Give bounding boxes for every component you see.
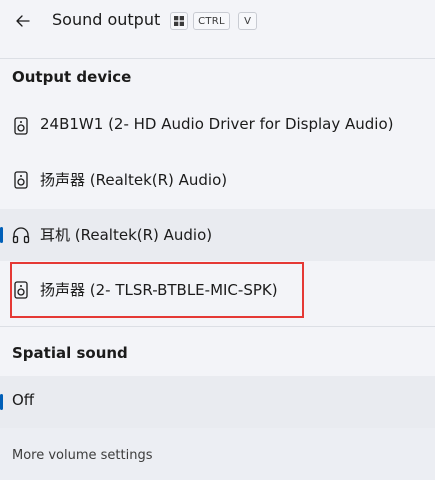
sound-output-panel: Sound output CTRL V Output device 24B1W1… bbox=[0, 0, 435, 480]
device-label: 24B1W1 (2- HD Audio Driver for Display A… bbox=[40, 115, 394, 133]
selection-indicator bbox=[0, 227, 3, 243]
speaker-icon bbox=[14, 117, 28, 135]
spatial-sound-heading: Spatial sound bbox=[12, 344, 128, 362]
spatial-sound-option-label: Off bbox=[12, 391, 35, 409]
back-arrow-icon bbox=[16, 15, 30, 27]
output-device-heading: Output device bbox=[12, 68, 132, 86]
device-label: 扬声器 (Realtek(R) Audio) bbox=[40, 171, 228, 189]
headphones-icon bbox=[12, 227, 30, 244]
device-item-headphones-realtek[interactable]: 耳机 (Realtek(R) Audio) bbox=[0, 209, 435, 261]
windows-key-icon bbox=[170, 12, 188, 30]
selection-indicator bbox=[0, 394, 3, 410]
more-volume-settings-link[interactable]: More volume settings bbox=[12, 448, 153, 463]
divider bbox=[0, 58, 435, 59]
speaker-icon bbox=[14, 171, 28, 189]
divider bbox=[0, 326, 435, 327]
highlight-annotation-box bbox=[10, 262, 304, 318]
footer: More volume settings bbox=[0, 428, 435, 480]
header: Sound output CTRL V bbox=[0, 0, 435, 42]
device-item-speaker-realtek[interactable]: 扬声器 (Realtek(R) Audio) bbox=[0, 154, 435, 206]
spatial-sound-off-option[interactable]: Off bbox=[0, 376, 435, 428]
v-key: V bbox=[238, 12, 257, 30]
device-label: 耳机 (Realtek(R) Audio) bbox=[40, 226, 213, 244]
page-title: Sound output bbox=[52, 10, 161, 29]
device-item-24b1w1[interactable]: 24B1W1 (2- HD Audio Driver for Display A… bbox=[0, 100, 435, 152]
ctrl-key: CTRL bbox=[193, 12, 230, 30]
back-button[interactable] bbox=[8, 6, 38, 36]
